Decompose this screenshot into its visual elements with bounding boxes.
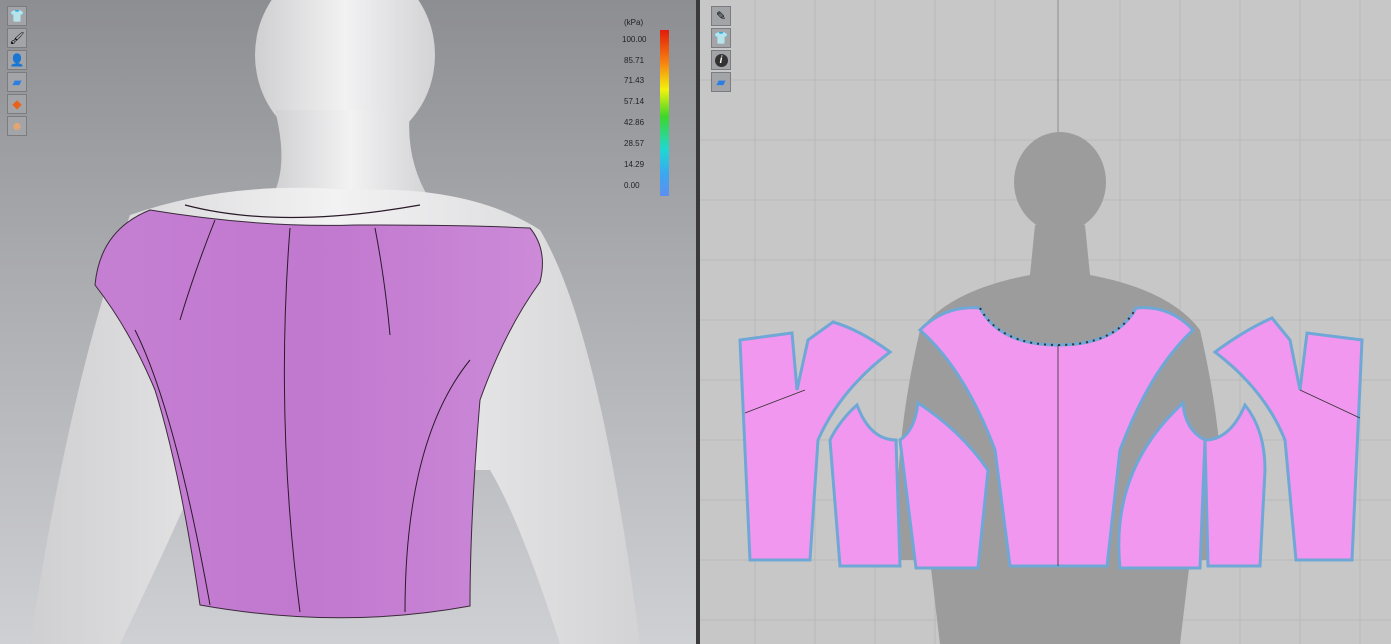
pressure-map-icon: ◆: [12, 97, 22, 111]
avatar-eye-icon: 👤: [9, 53, 25, 67]
legend-label: 85.71: [624, 56, 645, 65]
pattern-canvas: [700, 0, 1391, 644]
2d-pattern-view[interactable]: ✎ 👕 i ▰: [700, 0, 1391, 644]
show-garment-button[interactable]: 👕: [7, 6, 27, 26]
legend-label: 14.29: [624, 160, 645, 169]
pressure-map-button[interactable]: ◆: [7, 94, 27, 114]
texture-view-button[interactable]: ▰: [7, 72, 27, 92]
pattern-piece-left-side-a: [828, 402, 902, 568]
legend-label: 71.43: [624, 76, 645, 85]
right-toolbar: ✎ 👕 i ▰: [711, 6, 731, 92]
legend-label: 28.57: [624, 139, 645, 148]
legend-label: 0.00: [624, 181, 640, 190]
legend-color-bar: [660, 30, 669, 196]
show-fitting-button[interactable]: 🖌: [7, 28, 27, 48]
avatar-skin-icon: ☻: [10, 119, 24, 133]
texture-icon: ▰: [716, 75, 726, 89]
garment-icon: 👕: [713, 31, 729, 45]
texture-view-button[interactable]: ▰: [711, 72, 731, 92]
show-garment-button[interactable]: 👕: [711, 28, 731, 48]
texture-icon: ▰: [12, 75, 22, 89]
brush-icon: ✎: [715, 9, 727, 23]
left-toolbar: 👕 🖌 👤 ▰ ◆ ☻: [7, 6, 27, 136]
brush-button[interactable]: ✎: [711, 6, 731, 26]
show-avatar-button[interactable]: 👤: [7, 50, 27, 70]
avatar-skin-button[interactable]: ☻: [7, 116, 27, 136]
legend-label: 42.86: [624, 118, 645, 127]
garment-eye-icon: 👕: [9, 9, 25, 23]
brush-eye-icon: 🖌: [9, 31, 25, 45]
3d-scene: [30, 0, 640, 644]
legend-label: 57.14: [624, 97, 645, 106]
3d-view[interactable]: 👕 🖌 👤 ▰ ◆ ☻ (kPa) 100.00 85.71 71.43 57.…: [0, 0, 696, 644]
info-button[interactable]: i: [711, 50, 731, 70]
pressure-legend: (kPa) 100.00 85.71 71.43 57.14 42.86 28.…: [616, 16, 676, 201]
pattern-pieces: [738, 306, 1364, 570]
legend-unit: (kPa): [624, 18, 644, 27]
legend-label: 100.00: [622, 35, 647, 44]
garment-3d: [94, 204, 543, 619]
info-icon: i: [714, 53, 728, 67]
